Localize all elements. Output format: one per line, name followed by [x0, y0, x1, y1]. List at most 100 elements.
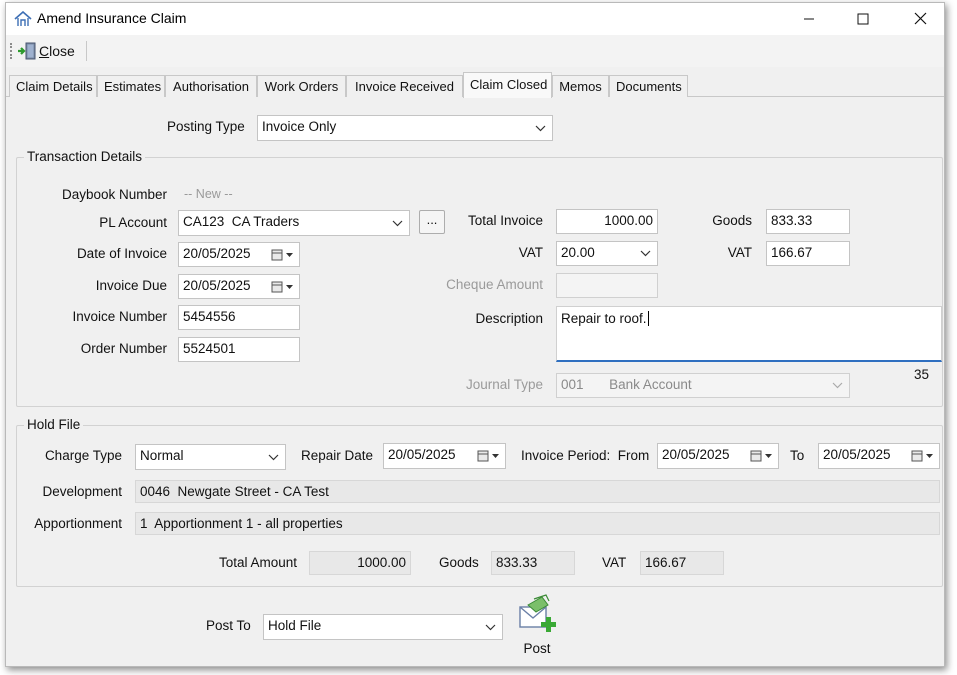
description-char-count: 35 — [914, 367, 930, 382]
chevron-down-icon — [267, 445, 279, 469]
invoice-due-value: 20/05/2025 — [183, 278, 251, 293]
close-toolbar-button[interactable]: Close — [39, 43, 75, 59]
hold-goods-label: Goods — [439, 555, 479, 570]
charge-type-value: Normal — [140, 448, 184, 463]
date-of-invoice-value: 20/05/2025 — [183, 246, 251, 261]
description-label: Description — [475, 311, 543, 326]
vat-rate-value: 20.00 — [561, 245, 595, 260]
cheque-amount-label: Cheque Amount — [446, 277, 543, 292]
period-to-picker[interactable]: 20/05/2025 — [818, 443, 940, 469]
posting-type-select[interactable]: Invoice Only — [257, 115, 553, 141]
apportionment-field: 1 Apportionment 1 - all properties — [135, 512, 940, 535]
hold-vat-field: 166.67 — [640, 551, 724, 575]
toolbar-separator — [86, 41, 87, 61]
pl-account-value: CA123 CA Traders — [183, 214, 300, 229]
description-value: Repair to roof. — [561, 311, 647, 326]
tab-documents[interactable]: Documents — [609, 75, 688, 97]
tab-memos[interactable]: Memos — [552, 75, 609, 97]
journal-type-select: 001 Bank Account — [556, 373, 850, 398]
total-amount-field: 1000.00 — [309, 551, 411, 575]
apportionment-label: Apportionment — [34, 516, 122, 531]
minimize-button[interactable] — [786, 3, 832, 34]
repair-date-picker[interactable]: 20/05/2025 — [383, 443, 506, 469]
daybook-number-label: Daybook Number — [61, 187, 167, 202]
calendar-dropdown-icon[interactable] — [271, 275, 295, 298]
journal-type-name: Bank Account — [609, 377, 692, 392]
vat-amount-input[interactable]: 166.67 — [766, 241, 850, 266]
post-button[interactable]: Post — [514, 593, 560, 657]
post-to-label: Post To — [206, 618, 251, 633]
period-to-label: To — [790, 448, 805, 463]
text-caret — [647, 311, 649, 326]
date-of-invoice-picker[interactable]: 20/05/2025 — [178, 242, 300, 267]
pl-account-select[interactable]: CA123 CA Traders — [178, 210, 410, 236]
total-amount-label: Total Amount — [218, 555, 297, 570]
posting-type-label: Posting Type — [167, 119, 245, 134]
period-from-picker[interactable]: 20/05/2025 — [657, 443, 779, 469]
app-house-icon — [14, 10, 32, 30]
tab-work-orders[interactable]: Work Orders — [257, 75, 346, 97]
post-to-value: Hold File — [268, 618, 322, 633]
post-to-select[interactable]: Hold File — [263, 614, 503, 640]
tab-invoice-received[interactable]: Invoice Received — [346, 75, 463, 97]
post-envelope-icon — [516, 593, 558, 635]
repair-date-label: Repair Date — [301, 448, 374, 463]
chevron-down-icon — [484, 615, 496, 639]
total-invoice-input[interactable]: 1000.00 — [556, 209, 658, 234]
transaction-details-title: Transaction Details — [24, 149, 146, 164]
daybook-number-value: -- New -- — [184, 187, 233, 201]
period-from-value: 20/05/2025 — [662, 447, 730, 462]
maximize-button[interactable] — [840, 3, 886, 34]
chevron-down-icon — [534, 116, 546, 140]
close-label-rest: lose — [49, 43, 75, 59]
vat-rate-select[interactable]: 20.00 — [556, 241, 658, 266]
charge-type-select[interactable]: Normal — [135, 444, 286, 470]
tab-authorisation[interactable]: Authorisation — [165, 75, 257, 97]
toolbar — [6, 35, 944, 67]
date-of-invoice-label: Date of Invoice — [76, 246, 167, 261]
goods-input[interactable]: 833.33 — [766, 209, 850, 234]
close-accelerator: C — [39, 43, 50, 59]
window-title: Amend Insurance Claim — [37, 10, 187, 26]
title-bar: Amend Insurance Claim — [6, 3, 944, 35]
journal-type-code: 001 — [561, 377, 584, 392]
exit-door-icon — [17, 42, 37, 63]
calendar-dropdown-icon[interactable] — [750, 444, 774, 468]
calendar-dropdown-icon[interactable] — [271, 243, 295, 266]
chevron-down-icon — [391, 211, 403, 235]
posting-type-value: Invoice Only — [262, 119, 337, 134]
chevron-down-icon — [831, 374, 843, 397]
invoice-period-from-label: Invoice Period: From — [521, 448, 650, 463]
calendar-dropdown-icon[interactable] — [477, 444, 501, 468]
vat-rate-label: VAT — [518, 245, 543, 260]
tab-claim-closed[interactable]: Claim Closed — [463, 72, 552, 98]
order-number-input[interactable]: 5524501 — [178, 337, 300, 362]
charge-type-label: Charge Type — [44, 448, 122, 463]
total-invoice-label: Total Invoice — [467, 213, 543, 228]
goods-label: Goods — [712, 213, 752, 228]
close-window-button[interactable] — [897, 3, 943, 34]
journal-type-label: Journal Type — [465, 377, 543, 392]
development-field: 0046 Newgate Street - CA Test — [135, 480, 940, 503]
calendar-dropdown-icon[interactable] — [911, 444, 935, 468]
hold-goods-field: 833.33 — [491, 551, 575, 575]
tab-claim-details[interactable]: Claim Details — [9, 75, 97, 97]
chevron-down-icon — [639, 242, 651, 265]
amend-insurance-claim-window: Amend Insurance Claim Close Claim Detail… — [5, 2, 945, 667]
post-button-label: Post — [523, 641, 551, 656]
vat-amount-label: VAT — [727, 245, 752, 260]
pl-account-label: PL Account — [99, 215, 167, 230]
invoice-number-input[interactable]: 5454556 — [178, 305, 300, 330]
invoice-due-label: Invoice Due — [95, 278, 167, 293]
period-to-value: 20/05/2025 — [823, 447, 891, 462]
cheque-amount-input — [556, 273, 658, 298]
order-number-label: Order Number — [80, 341, 167, 356]
toolbar-grip — [10, 43, 13, 59]
repair-date-value: 20/05/2025 — [388, 447, 456, 462]
hold-file-title: Hold File — [24, 417, 84, 432]
development-label: Development — [42, 484, 122, 499]
invoice-due-picker[interactable]: 20/05/2025 — [178, 274, 300, 299]
invoice-number-label: Invoice Number — [72, 309, 167, 324]
description-textarea[interactable]: Repair to roof. — [556, 306, 942, 362]
tab-estimates[interactable]: Estimates — [97, 75, 165, 97]
